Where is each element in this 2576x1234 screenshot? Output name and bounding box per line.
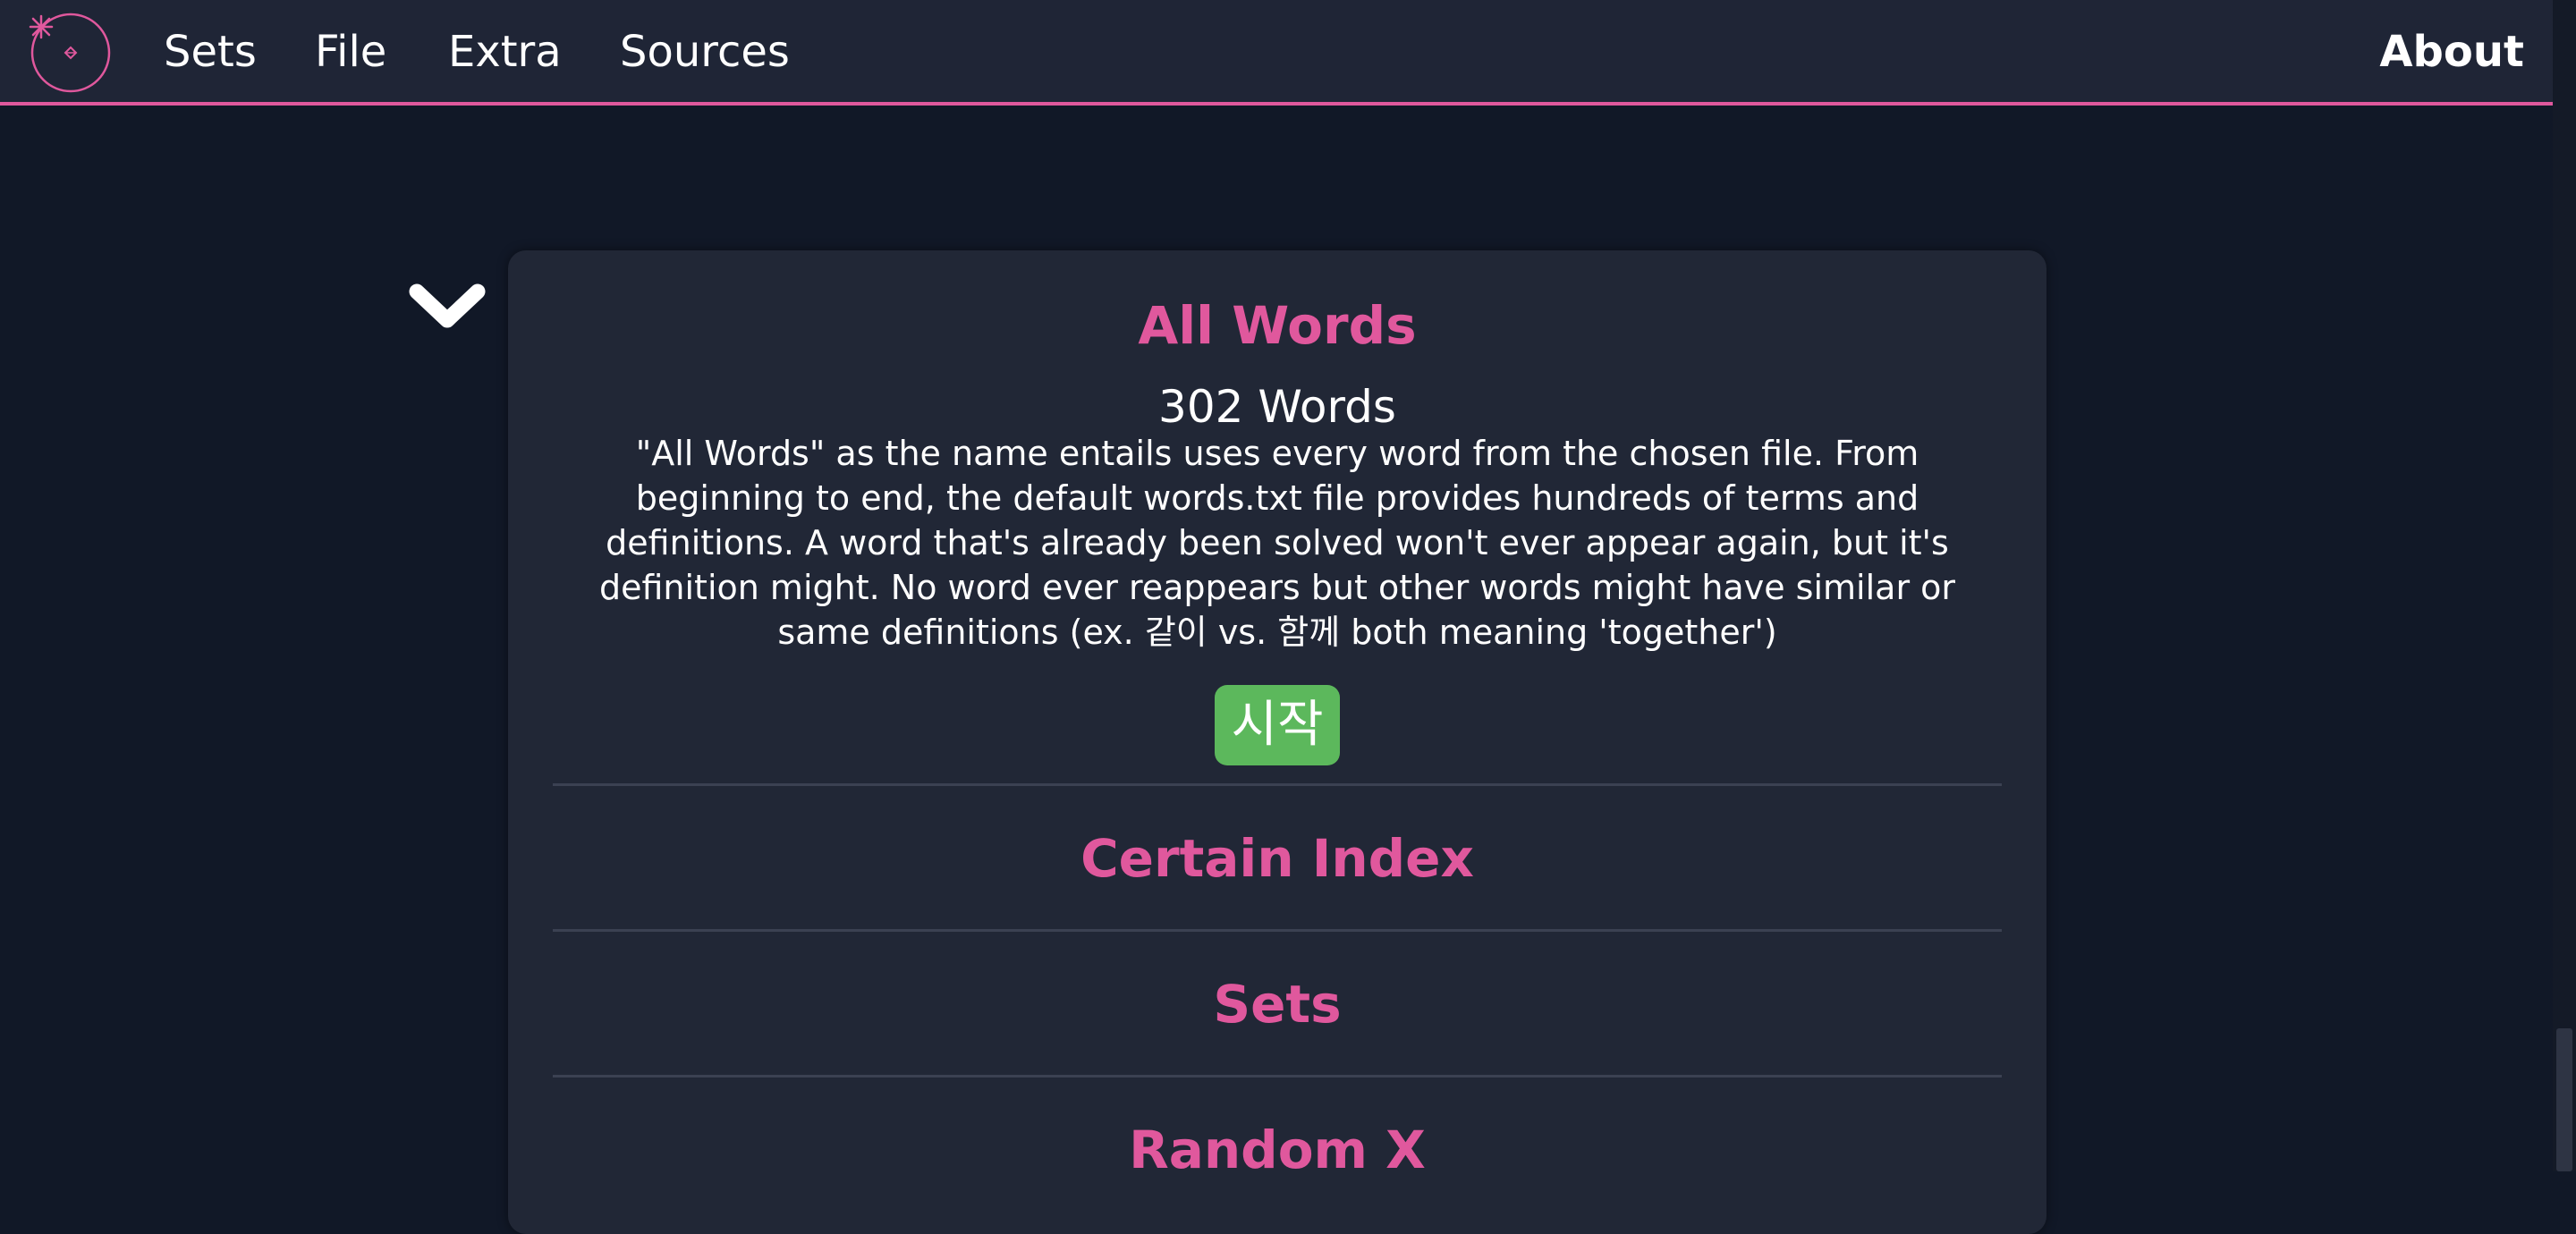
scrollbar-track[interactable]: [2553, 0, 2576, 1171]
word-count: 302 Words: [1158, 381, 1396, 433]
nav-extra[interactable]: Extra: [448, 23, 562, 80]
scrollbar-thumb[interactable]: [2556, 1028, 2572, 1171]
nav-sets[interactable]: Sets: [164, 23, 257, 80]
nav-sources[interactable]: Sources: [620, 23, 790, 80]
nav-about[interactable]: About: [2379, 23, 2524, 80]
nav-file[interactable]: File: [315, 23, 386, 80]
chevron-down-icon[interactable]: [404, 275, 490, 338]
navbar: Sets File Extra Sources About: [0, 0, 2553, 106]
divider: [553, 929, 2002, 932]
certain-index-title[interactable]: Certain Index: [508, 823, 2046, 894]
divider: [553, 783, 2002, 786]
random-x-title[interactable]: Random X: [508, 1114, 2046, 1186]
all-words-title[interactable]: All Words: [508, 290, 2046, 361]
mode-card: All Words 302 Words "All Words" as the n…: [508, 250, 2046, 1234]
all-words-description: "All Words" as the name entails uses eve…: [598, 434, 1956, 652]
start-button[interactable]: 시작: [1215, 685, 1340, 765]
divider: [553, 1075, 2002, 1078]
compass-logo-icon[interactable]: [29, 11, 111, 93]
sets-title[interactable]: Sets: [508, 968, 2046, 1040]
